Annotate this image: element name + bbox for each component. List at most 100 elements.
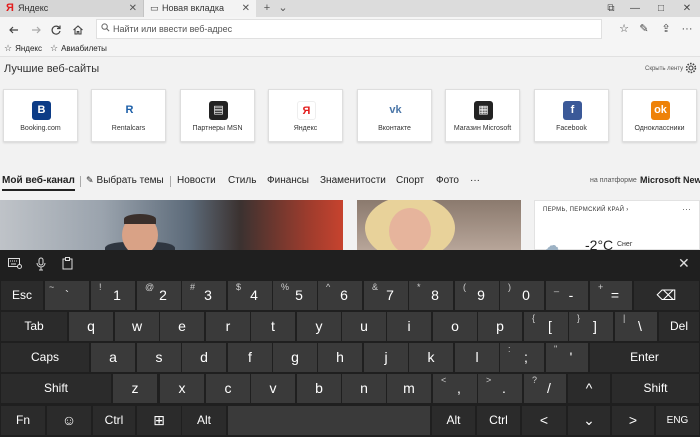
key-t[interactable]: t (251, 312, 295, 341)
key-alt-left[interactable]: Alt (182, 406, 226, 435)
key-7[interactable]: & 7 (364, 281, 408, 310)
key-backslash[interactable]: | \ (615, 312, 657, 341)
key-equals[interactable]: + = (590, 281, 632, 310)
restore-icon[interactable]: ⧉ (600, 0, 622, 17)
key-d[interactable]: d (182, 343, 226, 372)
key-close-bracket[interactable]: }] (569, 312, 613, 341)
key-l[interactable]: l (455, 343, 499, 372)
clipboard-icon[interactable] (62, 257, 73, 274)
tab-sport[interactable]: Спорт (396, 175, 424, 186)
key-enter[interactable]: Enter (590, 343, 699, 372)
key-k[interactable]: k (409, 343, 453, 372)
key-space[interactable] (228, 406, 430, 435)
tab-photo[interactable]: Фото (436, 175, 459, 186)
key-left-arrow[interactable]: < (522, 406, 566, 435)
key-open-bracket[interactable]: {[ (524, 312, 568, 341)
top-site-tile-rentalcars[interactable]: R Rentalcars (91, 89, 166, 142)
tab-news[interactable]: Новости (177, 175, 216, 186)
key-backtick[interactable]: ~ ` (45, 281, 89, 310)
favorite-yandex[interactable]: ☆ Яндекс (4, 41, 42, 56)
key-semicolon[interactable]: :; (500, 343, 544, 372)
tab-my-feed[interactable]: Мой веб-канал (2, 175, 75, 186)
keyboard-settings-icon[interactable] (8, 257, 22, 273)
key-p[interactable]: p (478, 312, 522, 341)
new-tab-button[interactable]: + (260, 0, 274, 17)
tab-celebrities[interactable]: Знаменитости (320, 175, 386, 186)
top-site-tile-booking[interactable]: B Booking.com (3, 89, 78, 142)
key-h[interactable]: h (318, 343, 362, 372)
key-down-arrow[interactable]: ⌄ (568, 406, 610, 435)
key-e[interactable]: e (160, 312, 204, 341)
key-0[interactable]: ) 0 (500, 281, 544, 310)
weather-menu-icon[interactable]: ··· (682, 204, 691, 214)
favorites-star-icon[interactable]: ☆ (614, 19, 634, 39)
key-u[interactable]: u (342, 312, 386, 341)
key-n[interactable]: n (342, 374, 386, 403)
reading-list-icon[interactable]: ✎ (634, 19, 654, 39)
microphone-icon[interactable] (36, 257, 46, 275)
key-z[interactable]: z (113, 374, 157, 403)
key-comma[interactable]: <, (433, 374, 477, 403)
key-slash[interactable]: ? / (524, 374, 566, 403)
key-del[interactable]: Del (659, 312, 699, 341)
top-site-tile-facebook[interactable]: f Facebook (534, 89, 609, 142)
key-backspace[interactable]: ⌫ (634, 281, 699, 310)
maximize-button[interactable]: □ (650, 0, 672, 17)
tab-style[interactable]: Стиль (228, 175, 256, 186)
top-site-tile-microsoft-store[interactable]: ▦ Магазин Microsoft (445, 89, 520, 142)
key-period[interactable]: >. (478, 374, 522, 403)
top-site-tile-msn-partners[interactable]: ▤ Партнеры MSN (180, 89, 255, 142)
close-keyboard-icon[interactable]: ✕ (678, 255, 690, 272)
key-shift-left[interactable]: Shift (1, 374, 111, 403)
key-a[interactable]: a (91, 343, 135, 372)
key-8[interactable]: * 8 (409, 281, 453, 310)
share-icon[interactable]: ⇪ (656, 19, 676, 39)
key-y[interactable]: y (297, 312, 341, 341)
key-3[interactable]: #3 (182, 281, 226, 310)
key-f[interactable]: f (228, 343, 272, 372)
key-esc[interactable]: Esc (1, 281, 43, 310)
tab-close-icon[interactable]: ✕ (129, 0, 137, 17)
tab-new-tab[interactable]: ▭ Новая вкладка ✕ (144, 0, 256, 17)
refresh-icon[interactable] (46, 19, 66, 39)
key-1[interactable]: ! 1 (91, 281, 135, 310)
key-6[interactable]: ^ 6 (318, 281, 362, 310)
home-icon[interactable] (68, 19, 88, 39)
key-i[interactable]: i (387, 312, 431, 341)
key-2[interactable]: @2 (137, 281, 181, 310)
key-v[interactable]: v (251, 374, 295, 403)
tab-yandex[interactable]: Я Яндекс ✕ (0, 0, 144, 17)
key-c[interactable]: c (206, 374, 250, 403)
key-shift-right[interactable]: Shift (612, 374, 699, 403)
tab-list-chevron-down-icon[interactable]: ⌄ (276, 0, 290, 17)
key-fn[interactable]: Fn (1, 406, 45, 435)
key-minus[interactable]: _ - (546, 281, 588, 310)
back-arrow-icon[interactable] (4, 19, 24, 39)
key-q[interactable]: q (69, 312, 113, 341)
key-j[interactable]: j (364, 343, 408, 372)
key-b[interactable]: b (297, 374, 341, 403)
key-language[interactable]: ENG (656, 406, 699, 435)
tab-close-icon[interactable]: ✕ (242, 0, 250, 17)
key-g[interactable]: g (273, 343, 317, 372)
key-m[interactable]: m (387, 374, 431, 403)
key-windows[interactable]: ⊞ (137, 406, 181, 435)
choose-topics-button[interactable]: ✎ Выбрать темы (86, 175, 164, 186)
key-emoji[interactable]: ☺ (47, 406, 91, 435)
key-x[interactable]: x (160, 374, 204, 403)
key-w[interactable]: w (115, 312, 159, 341)
key-ctrl-left[interactable]: Ctrl (93, 406, 135, 435)
key-caps[interactable]: Caps (1, 343, 89, 372)
key-right-arrow[interactable]: > (612, 406, 654, 435)
key-up-arrow[interactable]: ^ (568, 374, 610, 403)
hide-feed-link[interactable]: Скрыть ленту (645, 66, 683, 72)
key-quote[interactable]: " ' (546, 343, 588, 372)
tab-finance[interactable]: Финансы (267, 175, 309, 186)
more-topics-icon[interactable]: ··· (470, 175, 480, 186)
key-o[interactable]: o (433, 312, 477, 341)
address-input[interactable]: Найти или ввести веб-адрес (96, 19, 602, 39)
top-site-tile-yandex[interactable]: Я Яндекс (268, 89, 343, 142)
key-9[interactable]: (9 (455, 281, 499, 310)
key-s[interactable]: s (137, 343, 181, 372)
forward-arrow-icon[interactable] (26, 19, 46, 39)
